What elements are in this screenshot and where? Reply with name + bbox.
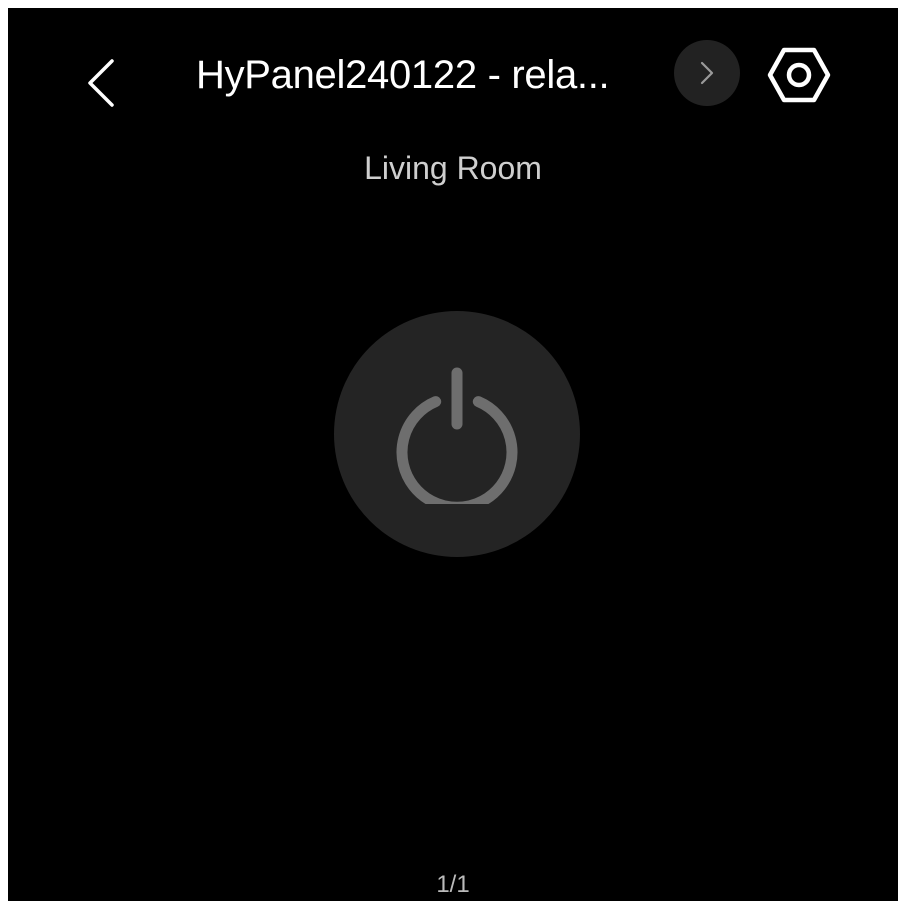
power-icon bbox=[396, 367, 518, 504]
chevron-right-icon bbox=[700, 61, 714, 85]
chevron-left-icon bbox=[88, 59, 114, 107]
next-device-button[interactable] bbox=[674, 40, 740, 106]
settings-button[interactable] bbox=[762, 38, 836, 112]
page-title: HyPanel240122 - rela... bbox=[196, 53, 610, 97]
hex-settings-icon bbox=[767, 47, 831, 103]
page-indicator: 1/1 bbox=[436, 871, 470, 898]
app-screen: HyPanel240122 - rela... Living Room 1/1 bbox=[8, 8, 898, 901]
room-name: Living Room bbox=[364, 150, 542, 186]
back-button[interactable] bbox=[76, 48, 126, 118]
power-button[interactable] bbox=[334, 311, 580, 557]
